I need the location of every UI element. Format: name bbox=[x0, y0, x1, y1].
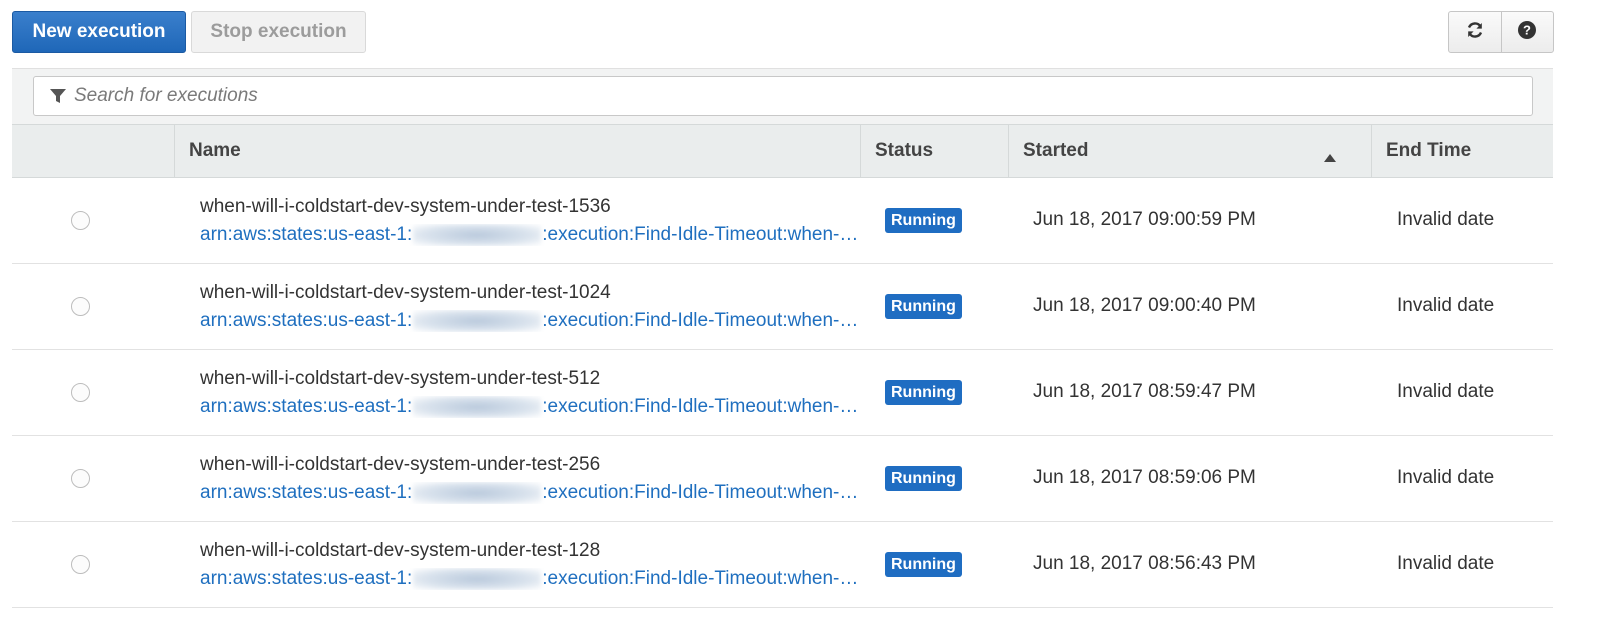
execution-name: when-will-i-coldstart-dev-system-under-t… bbox=[200, 540, 601, 561]
status-badge: Running bbox=[885, 380, 962, 405]
end-time: Invalid date bbox=[1397, 295, 1495, 316]
status-badge: Running bbox=[885, 552, 962, 577]
end-time: Invalid date bbox=[1397, 209, 1495, 230]
help-icon: ? bbox=[1517, 20, 1537, 45]
execution-arn-link[interactable]: arn:aws:states:us-east-1: :execution:Fin… bbox=[200, 310, 862, 332]
started-time: Jun 18, 2017 08:56:43 PM bbox=[1033, 553, 1256, 574]
arn-suffix: :execution:Find-Idle-Timeout:when-… bbox=[542, 396, 859, 417]
arn-prefix: arn:aws:states:us-east-1: bbox=[200, 396, 413, 417]
arn-suffix: :execution:Find-Idle-Timeout:when-… bbox=[542, 482, 859, 503]
redacted-account-id bbox=[413, 482, 542, 504]
execution-name: when-will-i-coldstart-dev-system-under-t… bbox=[200, 196, 611, 217]
started-time: Jun 18, 2017 09:00:59 PM bbox=[1033, 209, 1256, 230]
execution-name: when-will-i-coldstart-dev-system-under-t… bbox=[200, 282, 611, 303]
execution-arn-link[interactable]: arn:aws:states:us-east-1: :execution:Fin… bbox=[200, 482, 862, 504]
table-row[interactable]: when-will-i-coldstart-dev-system-under-t… bbox=[12, 350, 1553, 436]
end-time: Invalid date bbox=[1397, 553, 1495, 574]
status-badge: Running bbox=[885, 208, 962, 233]
search-input[interactable] bbox=[74, 85, 1474, 107]
table-row[interactable]: when-will-i-coldstart-dev-system-under-t… bbox=[12, 522, 1553, 608]
row-select-radio[interactable] bbox=[71, 297, 90, 316]
arn-prefix: arn:aws:states:us-east-1: bbox=[200, 310, 413, 331]
started-time: Jun 18, 2017 09:00:40 PM bbox=[1033, 295, 1256, 316]
arn-prefix: arn:aws:states:us-east-1: bbox=[200, 568, 413, 589]
execution-arn-link[interactable]: arn:aws:states:us-east-1: :execution:Fin… bbox=[200, 396, 862, 418]
table-header: Name Status Started End Time bbox=[12, 124, 1553, 178]
column-header-status[interactable]: Status bbox=[860, 125, 1008, 177]
sort-ascending-icon bbox=[1323, 147, 1337, 169]
refresh-button[interactable] bbox=[1449, 12, 1501, 52]
table-row[interactable]: when-will-i-coldstart-dev-system-under-t… bbox=[12, 264, 1553, 350]
column-header-started-label: Started bbox=[1023, 140, 1089, 161]
search-box bbox=[33, 76, 1533, 116]
execution-arn-link[interactable]: arn:aws:states:us-east-1: :execution:Fin… bbox=[200, 224, 862, 246]
row-select-radio[interactable] bbox=[71, 555, 90, 574]
stop-execution-button[interactable]: Stop execution bbox=[191, 11, 366, 53]
execution-name: when-will-i-coldstart-dev-system-under-t… bbox=[200, 454, 601, 475]
column-header-name[interactable]: Name bbox=[174, 125, 860, 177]
row-select-radio[interactable] bbox=[71, 383, 90, 402]
help-button[interactable]: ? bbox=[1500, 12, 1553, 52]
redacted-account-id bbox=[413, 224, 542, 246]
redacted-account-id bbox=[413, 310, 542, 332]
executions-table-body: when-will-i-coldstart-dev-system-under-t… bbox=[12, 178, 1553, 608]
column-header-end-time[interactable]: End Time bbox=[1371, 125, 1553, 177]
arn-suffix: :execution:Find-Idle-Timeout:when-… bbox=[542, 568, 859, 589]
started-time: Jun 18, 2017 08:59:06 PM bbox=[1033, 467, 1256, 488]
status-badge: Running bbox=[885, 466, 962, 491]
arn-prefix: arn:aws:states:us-east-1: bbox=[200, 482, 413, 503]
arn-suffix: :execution:Find-Idle-Timeout:when-… bbox=[542, 310, 859, 331]
column-header-started[interactable]: Started bbox=[1008, 125, 1371, 177]
redacted-account-id bbox=[413, 396, 542, 418]
table-row[interactable]: when-will-i-coldstart-dev-system-under-t… bbox=[12, 178, 1553, 264]
new-execution-button[interactable]: New execution bbox=[12, 11, 186, 53]
table-row[interactable]: when-will-i-coldstart-dev-system-under-t… bbox=[12, 436, 1553, 522]
end-time: Invalid date bbox=[1397, 381, 1495, 402]
redacted-account-id bbox=[413, 568, 542, 590]
row-select-radio[interactable] bbox=[71, 211, 90, 230]
execution-arn-link[interactable]: arn:aws:states:us-east-1: :execution:Fin… bbox=[200, 568, 862, 590]
execution-name: when-will-i-coldstart-dev-system-under-t… bbox=[200, 368, 601, 389]
refresh-icon bbox=[1465, 20, 1485, 45]
end-time: Invalid date bbox=[1397, 467, 1495, 488]
toolbar: New execution Stop execution ? bbox=[0, 0, 1600, 64]
row-select-radio[interactable] bbox=[71, 469, 90, 488]
toolbar-icon-group: ? bbox=[1448, 11, 1554, 53]
status-badge: Running bbox=[885, 294, 962, 319]
started-time: Jun 18, 2017 08:59:47 PM bbox=[1033, 381, 1256, 402]
arn-suffix: :execution:Find-Idle-Timeout:when-… bbox=[542, 224, 859, 245]
select-column-header bbox=[12, 125, 174, 177]
arn-prefix: arn:aws:states:us-east-1: bbox=[200, 224, 413, 245]
search-bar-container bbox=[12, 68, 1553, 124]
filter-icon bbox=[50, 88, 66, 104]
svg-text:?: ? bbox=[1524, 22, 1532, 37]
